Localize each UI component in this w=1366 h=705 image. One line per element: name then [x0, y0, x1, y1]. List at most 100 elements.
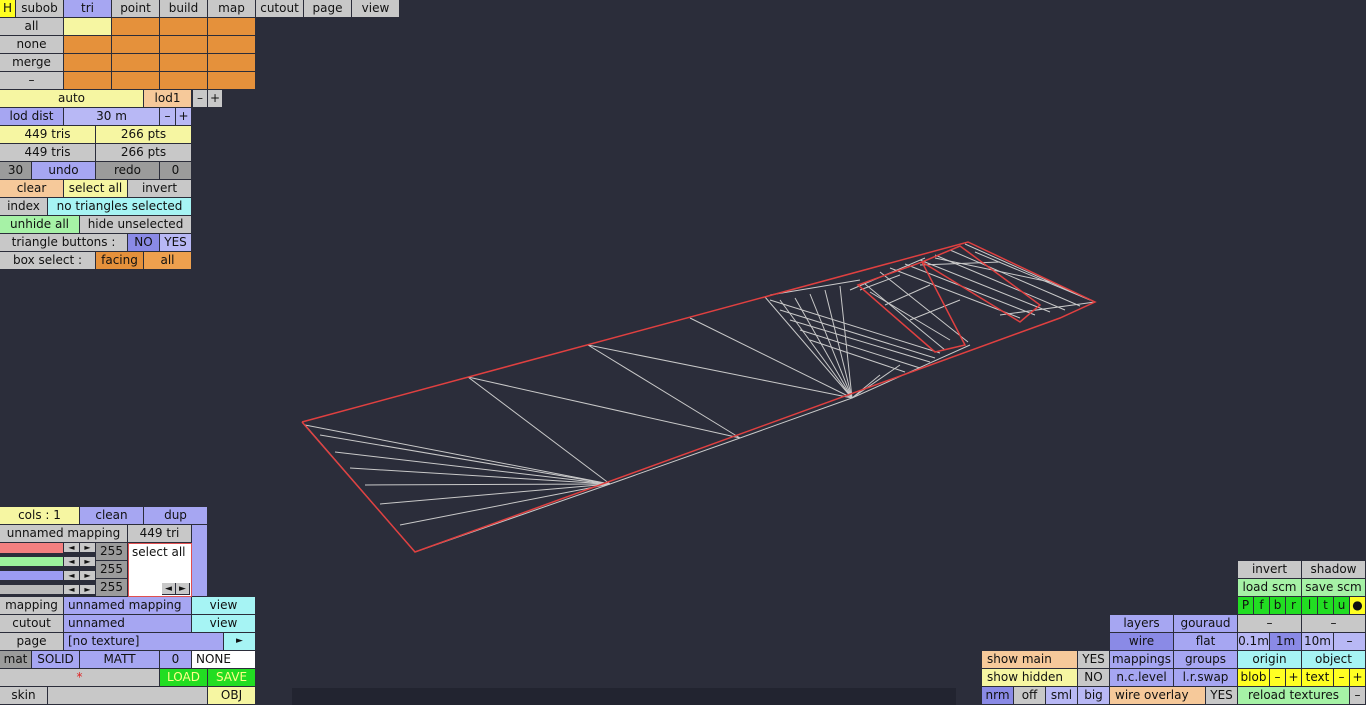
reload-minus-button[interactable]: –: [1350, 687, 1366, 705]
select-all-groups-button[interactable]: all: [0, 18, 64, 36]
lod-dist-minus-button[interactable]: –: [160, 108, 176, 126]
green-decrease-button[interactable]: ◄: [64, 557, 80, 567]
triangle-buttons-yes[interactable]: YES: [160, 234, 192, 252]
wire-button[interactable]: wire: [1110, 633, 1174, 651]
red-decrease-button[interactable]: ◄: [64, 543, 80, 553]
group-cell[interactable]: [112, 72, 160, 90]
box-select-facing[interactable]: facing: [96, 252, 144, 270]
cutout-view-button[interactable]: view: [192, 615, 256, 633]
blue-increase-button[interactable]: ►: [80, 571, 96, 581]
lod-dist-value[interactable]: 30 m: [64, 108, 160, 126]
grid-1m-button[interactable]: 1m: [1270, 633, 1302, 651]
group-cell[interactable]: [208, 72, 256, 90]
nrm-button[interactable]: nrm: [982, 687, 1014, 705]
page-next-button[interactable]: ►: [224, 633, 256, 651]
object-button[interactable]: object: [1302, 651, 1366, 669]
mapping-list-item[interactable]: select all: [132, 545, 186, 559]
lod-level-button[interactable]: lod1: [144, 90, 192, 108]
tab-map[interactable]: map: [208, 0, 256, 18]
clean-button[interactable]: clean: [80, 507, 144, 525]
show-main-toggle[interactable]: YES: [1078, 651, 1110, 669]
group-cell[interactable]: [208, 36, 256, 54]
invert-normals-button[interactable]: invert: [1238, 561, 1302, 579]
group-cell[interactable]: [64, 36, 112, 54]
group-cell[interactable]: [160, 72, 208, 90]
text-plus-button[interactable]: +: [1350, 669, 1366, 687]
lod-dist-plus-button[interactable]: +: [176, 108, 192, 126]
alpha-increase-button[interactable]: ►: [80, 585, 96, 595]
grid-0-1m-button[interactable]: 0.1m: [1238, 633, 1270, 651]
off-button[interactable]: off: [1014, 687, 1046, 705]
index-button[interactable]: index: [0, 198, 48, 216]
select-none-button[interactable]: none: [0, 36, 64, 54]
page-field[interactable]: [no texture]: [64, 633, 224, 651]
tab-build[interactable]: build: [160, 0, 208, 18]
flag-t-button[interactable]: t: [1318, 597, 1334, 615]
flag-b-button[interactable]: b: [1270, 597, 1286, 615]
group-cell[interactable]: [208, 54, 256, 72]
skin-field[interactable]: [48, 687, 208, 705]
mapping-scrollbar[interactable]: [192, 525, 208, 597]
dash-button-2[interactable]: –: [1302, 615, 1366, 633]
tab-page[interactable]: page: [304, 0, 352, 18]
big-button[interactable]: big: [1078, 687, 1110, 705]
solid-button[interactable]: SOLID: [32, 651, 80, 669]
blob-plus-button[interactable]: +: [1286, 669, 1302, 687]
blue-decrease-button[interactable]: ◄: [64, 571, 80, 581]
merge-button[interactable]: merge: [0, 54, 64, 72]
flag-r-button[interactable]: r: [1286, 597, 1302, 615]
flag-l-button[interactable]: l: [1302, 597, 1318, 615]
tab-cutout[interactable]: cutout: [256, 0, 304, 18]
unhide-all-button[interactable]: unhide all: [0, 216, 80, 234]
tab-view[interactable]: view: [352, 0, 400, 18]
groups-button[interactable]: groups: [1174, 651, 1238, 669]
flag-f-button[interactable]: f: [1254, 597, 1270, 615]
mapping-list-prev[interactable]: ◄: [162, 583, 176, 595]
select-all-button[interactable]: select all: [64, 180, 128, 198]
group-cell[interactable]: [64, 72, 112, 90]
load-button[interactable]: LOAD: [160, 669, 208, 687]
cutout-field[interactable]: unnamed: [64, 615, 192, 633]
mapping-view-button[interactable]: view: [192, 597, 256, 615]
green-increase-button[interactable]: ►: [80, 557, 96, 567]
gouraud-button[interactable]: gouraud: [1174, 615, 1238, 633]
invert-selection-button[interactable]: invert: [128, 180, 192, 198]
alpha-slider[interactable]: [0, 585, 64, 595]
dash-button-1[interactable]: –: [1238, 615, 1302, 633]
group-cell[interactable]: [64, 54, 112, 72]
tab-tri[interactable]: tri: [64, 0, 112, 18]
save-button[interactable]: SAVE: [208, 669, 256, 687]
dup-button[interactable]: dup: [144, 507, 208, 525]
mat-value[interactable]: 0: [160, 651, 192, 669]
minus-button[interactable]: –: [0, 72, 64, 90]
shadow-button[interactable]: shadow: [1302, 561, 1366, 579]
show-hidden-toggle[interactable]: NO: [1078, 669, 1110, 687]
red-increase-button[interactable]: ►: [80, 543, 96, 553]
flag-p-button[interactable]: P: [1238, 597, 1254, 615]
undo-button[interactable]: undo: [32, 162, 96, 180]
grid-minus-button[interactable]: –: [1334, 633, 1366, 651]
matt-button[interactable]: MATT: [80, 651, 160, 669]
reload-textures-button[interactable]: reload textures: [1238, 687, 1350, 705]
group-cell[interactable]: [160, 54, 208, 72]
clear-selection-button[interactable]: clear: [0, 180, 64, 198]
cols-button[interactable]: cols : 1: [0, 507, 80, 525]
h-button[interactable]: H: [0, 0, 16, 18]
grid-10m-button[interactable]: 10m: [1302, 633, 1334, 651]
nc-level-button[interactable]: n.c.level: [1110, 669, 1174, 687]
flat-button[interactable]: flat: [1174, 633, 1238, 651]
origin-button[interactable]: origin: [1238, 651, 1302, 669]
tab-subob[interactable]: subob: [16, 0, 64, 18]
mapping-field[interactable]: unnamed mapping: [64, 597, 192, 615]
blue-slider[interactable]: [0, 571, 64, 581]
group-cell[interactable]: [64, 18, 112, 36]
sml-button[interactable]: sml: [1046, 687, 1078, 705]
lod-plus-button[interactable]: +: [208, 90, 223, 108]
green-slider[interactable]: [0, 557, 64, 567]
save-scm-button[interactable]: save scm: [1302, 579, 1366, 597]
load-scm-button[interactable]: load scm: [1238, 579, 1302, 597]
mappings-button[interactable]: mappings: [1110, 651, 1174, 669]
group-cell[interactable]: [208, 18, 256, 36]
flag-dot-button[interactable]: ●: [1350, 597, 1366, 615]
lod-minus-button[interactable]: –: [193, 90, 208, 108]
